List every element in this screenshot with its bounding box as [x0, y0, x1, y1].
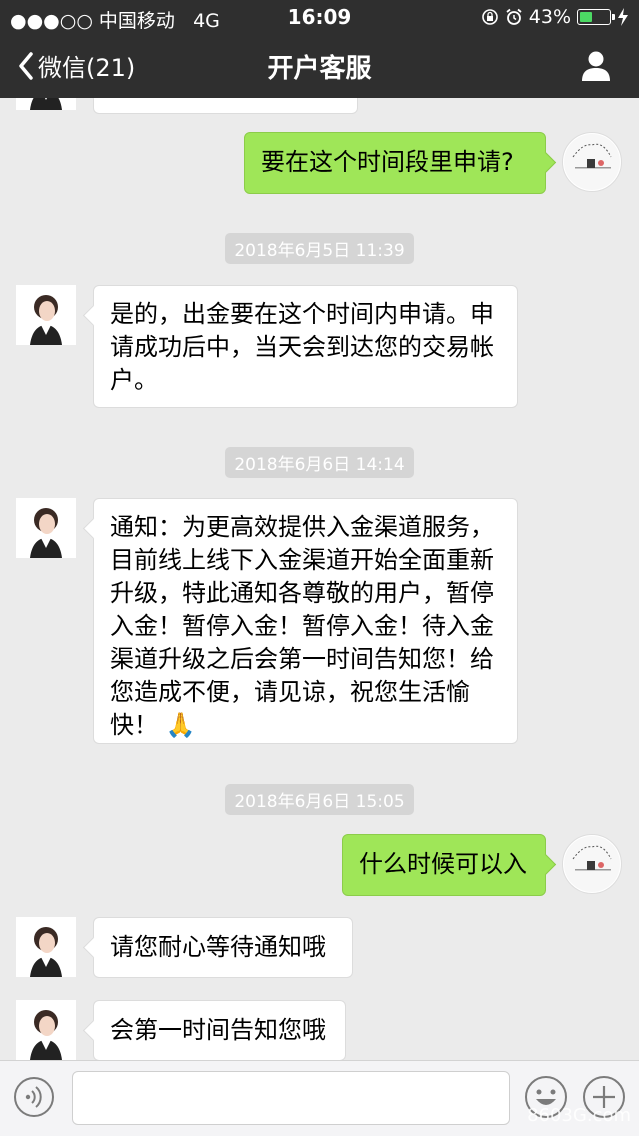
status-right: 43%	[481, 6, 629, 28]
voice-icon	[25, 1086, 42, 1108]
my-avatar[interactable]	[562, 834, 622, 894]
agent-avatar[interactable]	[16, 498, 76, 558]
chevron-left-icon	[19, 51, 33, 80]
message-text: 会第一时间告知您哦	[110, 1016, 326, 1044]
back-button[interactable]: 微信(21)	[18, 48, 135, 83]
timestamp: 2018年6月5日 11:39	[0, 233, 639, 264]
agent-avatar[interactable]	[16, 917, 76, 977]
watermark: 8603G.com	[527, 1105, 631, 1126]
message-input[interactable]	[72, 1071, 510, 1125]
message-text: 什么时候可以入	[359, 850, 527, 878]
timestamp-label: 2018年6月6日 15:05	[225, 784, 414, 815]
timestamp: 2018年6月6日 14:14	[0, 447, 639, 478]
message-bubble-received[interactable]: 通知：为更高效提供入金渠道服务，目前线上线下入金渠道开始全面重新升级，特此通知各…	[93, 498, 518, 744]
message-bubble-partial[interactable]	[93, 98, 358, 114]
message-text: 要在这个时间段里申请?	[261, 148, 514, 176]
alarm-icon	[506, 8, 522, 25]
battery-icon	[577, 9, 615, 25]
chat-area[interactable]: 要在这个时间段里申请? 2018年6月5日 11:39 是的，出金要在这个时间内…	[0, 98, 639, 1060]
message-bubble-received[interactable]: 是的，出金要在这个时间内申请。申请成功后中，当天会到达您的交易帐户。	[93, 285, 518, 408]
back-label: 微信(21)	[38, 54, 136, 82]
rotation-lock-icon	[481, 9, 498, 25]
agent-avatar[interactable]	[16, 285, 76, 345]
timestamp: 2018年6月6日 15:05	[0, 784, 639, 815]
agent-avatar[interactable]	[16, 1000, 76, 1060]
person-icon[interactable]	[579, 50, 613, 82]
message-bubble-received[interactable]: 请您耐心等待通知哦	[93, 917, 353, 978]
timestamp-label: 2018年6月6日 14:14	[225, 447, 414, 478]
message-bubble-received[interactable]: 会第一时间告知您哦	[93, 1000, 346, 1060]
input-bar: 8603G.com	[0, 1060, 639, 1136]
nav-bar: 微信(21) 开户客服	[0, 34, 639, 98]
agent-avatar[interactable]	[16, 98, 76, 110]
message-text: 通知：为更高效提供入金渠道服务，目前线上线下入金渠道开始全面重新升级，特此通知各…	[110, 513, 494, 739]
message-text: 是的，出金要在这个时间内申请。申请成功后中，当天会到达您的交易帐户。	[110, 300, 494, 394]
message-text: 请您耐心等待通知哦	[110, 933, 326, 961]
timestamp-label: 2018年6月5日 11:39	[225, 233, 414, 264]
my-avatar[interactable]	[562, 132, 622, 192]
voice-button[interactable]	[14, 1077, 54, 1117]
charging-bolt-icon	[618, 8, 628, 26]
message-bubble-sent[interactable]: 要在这个时间段里申请?	[244, 132, 546, 194]
status-bar: ●●●○○ 中国移动 4G 16:09 43%	[0, 0, 639, 34]
battery-percent: 43%	[528, 6, 571, 28]
message-bubble-sent[interactable]: 什么时候可以入	[342, 834, 546, 896]
